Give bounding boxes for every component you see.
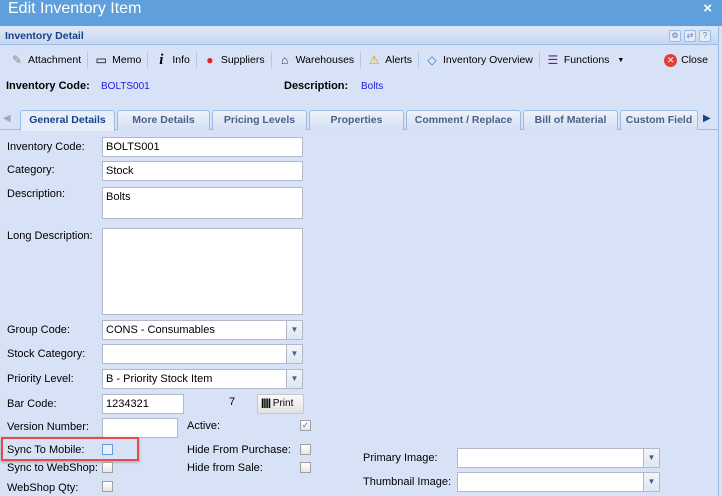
tab-general-details[interactable]: General Details	[20, 110, 115, 131]
inventory-code-label: Inventory Code:	[7, 141, 85, 153]
chevron-down-icon[interactable]: ▼	[286, 370, 302, 388]
bar-code-check-digit: 7	[229, 396, 236, 408]
active-label: Active:	[187, 420, 221, 432]
hide-from-sale-label: Hide from Sale:	[187, 462, 263, 474]
chevron-down-icon[interactable]: ▼	[643, 473, 659, 491]
print-barcode-button[interactable]: ||||| Print	[257, 394, 304, 414]
window-close-icon[interactable]: ×	[703, 0, 712, 17]
priority-level-label: Priority Level:	[7, 373, 74, 385]
active-checkbox[interactable]: ✓	[300, 420, 311, 431]
inventory-overview-button[interactable]: ◇ Inventory Overview	[419, 50, 539, 70]
info-icon: i	[159, 51, 164, 68]
hide-from-purchase-label: Hide From Purchase:	[187, 444, 291, 456]
info-label: Info	[172, 54, 190, 66]
primary-image-label: Primary Image:	[363, 452, 438, 464]
long-description-input[interactable]	[102, 228, 303, 315]
close-label: Close	[681, 54, 708, 66]
thumbnail-image-label: Thumbnail Image:	[363, 476, 452, 488]
memo-label: Memo	[112, 54, 142, 66]
warehouses-label: Warehouses	[295, 54, 355, 66]
version-number-label: Version Number:	[7, 421, 89, 433]
settings-icon[interactable]: ⚙	[669, 30, 681, 42]
group-code-select[interactable]: CONS - Consumables ▼	[102, 320, 303, 340]
tab-scroll-right-icon[interactable]: ▶	[703, 113, 711, 124]
category-label: Category:	[7, 164, 55, 176]
functions-label: Functions	[563, 54, 610, 66]
webshop-qty-label: WebShop Qty:	[7, 482, 79, 494]
tab-scroll-left-icon[interactable]: ◀	[3, 113, 11, 124]
sync-to-mobile-checkbox[interactable]	[102, 444, 113, 455]
warehouses-button[interactable]: ⌂ Warehouses	[272, 50, 361, 70]
alerts-label: Alerts	[385, 54, 413, 66]
toolbar: ✎ Attachment ▭ Memo i Info ● Suppliers ⌂ Ware…	[0, 49, 718, 71]
chevron-down-icon[interactable]: ▼	[286, 321, 302, 339]
group-code-value: CONS - Consumables	[106, 324, 215, 336]
hide-from-purchase-checkbox[interactable]	[300, 444, 311, 455]
description-input[interactable]: Bolts	[102, 187, 303, 219]
sync-to-webshop-label: Sync to WebShop:	[7, 462, 98, 474]
long-description-label: Long Description:	[7, 230, 93, 242]
group-code-label: Group Code:	[7, 324, 70, 336]
chevron-down-icon[interactable]: ▼	[643, 449, 659, 467]
attachment-button[interactable]: ✎ Attachment	[4, 50, 87, 70]
help-icon[interactable]: ?	[699, 30, 711, 42]
tab-strip: ◀ General Details More Details Pricing L…	[0, 109, 718, 131]
tab-more-details[interactable]: More Details	[117, 110, 210, 130]
alert-icon: ⚠	[368, 53, 380, 67]
bar-code-input[interactable]: 1234321	[102, 394, 184, 414]
stock-category-select[interactable]: ▼	[102, 344, 303, 364]
priority-level-value: B - Priority Stock Item	[106, 373, 213, 385]
primary-image-select[interactable]: ▼	[457, 448, 660, 468]
thumbnail-image-select[interactable]: ▼	[457, 472, 660, 492]
stock-category-label: Stock Category:	[7, 348, 86, 360]
suppliers-label: Suppliers	[220, 54, 265, 66]
sync-to-webshop-checkbox[interactable]	[102, 462, 113, 473]
attachment-label: Attachment	[28, 54, 82, 66]
description-label: Description:	[7, 188, 66, 200]
description-header-label: Description:	[284, 80, 349, 92]
tab-properties[interactable]: Properties	[309, 110, 404, 130]
info-button[interactable]: i Info	[148, 50, 196, 70]
tab-custom-field[interactable]: Custom Field	[620, 110, 698, 130]
window-title: Edit Inventory Item	[0, 0, 722, 26]
category-input[interactable]: Stock	[102, 161, 303, 181]
inventory-code-input[interactable]: BOLTS001	[102, 137, 303, 157]
webshop-qty-checkbox[interactable]	[102, 481, 113, 492]
functions-button[interactable]: ☰ Functions ▼	[540, 50, 630, 70]
tab-bill-of-material[interactable]: Bill of Material	[523, 110, 618, 130]
inventory-code-header-value: BOLTS001	[101, 81, 150, 92]
tab-comment-replace[interactable]: Comment / Replace	[406, 110, 521, 130]
bar-code-label: Bar Code:	[7, 398, 57, 410]
memo-button[interactable]: ▭ Memo	[88, 50, 147, 70]
close-icon: ✕	[664, 53, 678, 67]
info-bar: Inventory Code: BOLTS001 Description: Bo…	[6, 80, 383, 92]
dropdown-arrow-icon: ▼	[617, 56, 625, 64]
paperclip-icon: ✎	[11, 53, 23, 67]
menu-icon: ☰	[547, 53, 559, 67]
version-number-input[interactable]	[102, 418, 178, 438]
suppliers-icon: ●	[206, 53, 214, 67]
panel-title: Inventory Detail	[0, 27, 718, 45]
tab-pricing-levels[interactable]: Pricing Levels	[212, 110, 307, 130]
chevron-down-icon[interactable]: ▼	[286, 345, 302, 363]
description-header-value: Bolts	[361, 81, 384, 92]
print-label: Print	[272, 398, 294, 409]
barcode-icon: |||||	[261, 398, 271, 409]
tag-icon: ◇	[427, 53, 437, 67]
inventory-overview-label: Inventory Overview	[443, 54, 533, 66]
refresh-icon[interactable]: ⇄	[684, 30, 696, 42]
memo-icon: ▭	[95, 53, 107, 67]
warehouse-icon: ⌂	[280, 53, 289, 67]
close-button[interactable]: ✕ Close	[658, 50, 714, 70]
suppliers-button[interactable]: ● Suppliers	[197, 50, 271, 70]
alerts-button[interactable]: ⚠ Alerts	[361, 50, 418, 70]
priority-level-select[interactable]: B - Priority Stock Item ▼	[102, 369, 303, 389]
hide-from-sale-checkbox[interactable]	[300, 462, 311, 473]
inventory-code-header-label: Inventory Code:	[6, 80, 90, 92]
sync-to-mobile-label: Sync To Mobile:	[7, 444, 85, 456]
